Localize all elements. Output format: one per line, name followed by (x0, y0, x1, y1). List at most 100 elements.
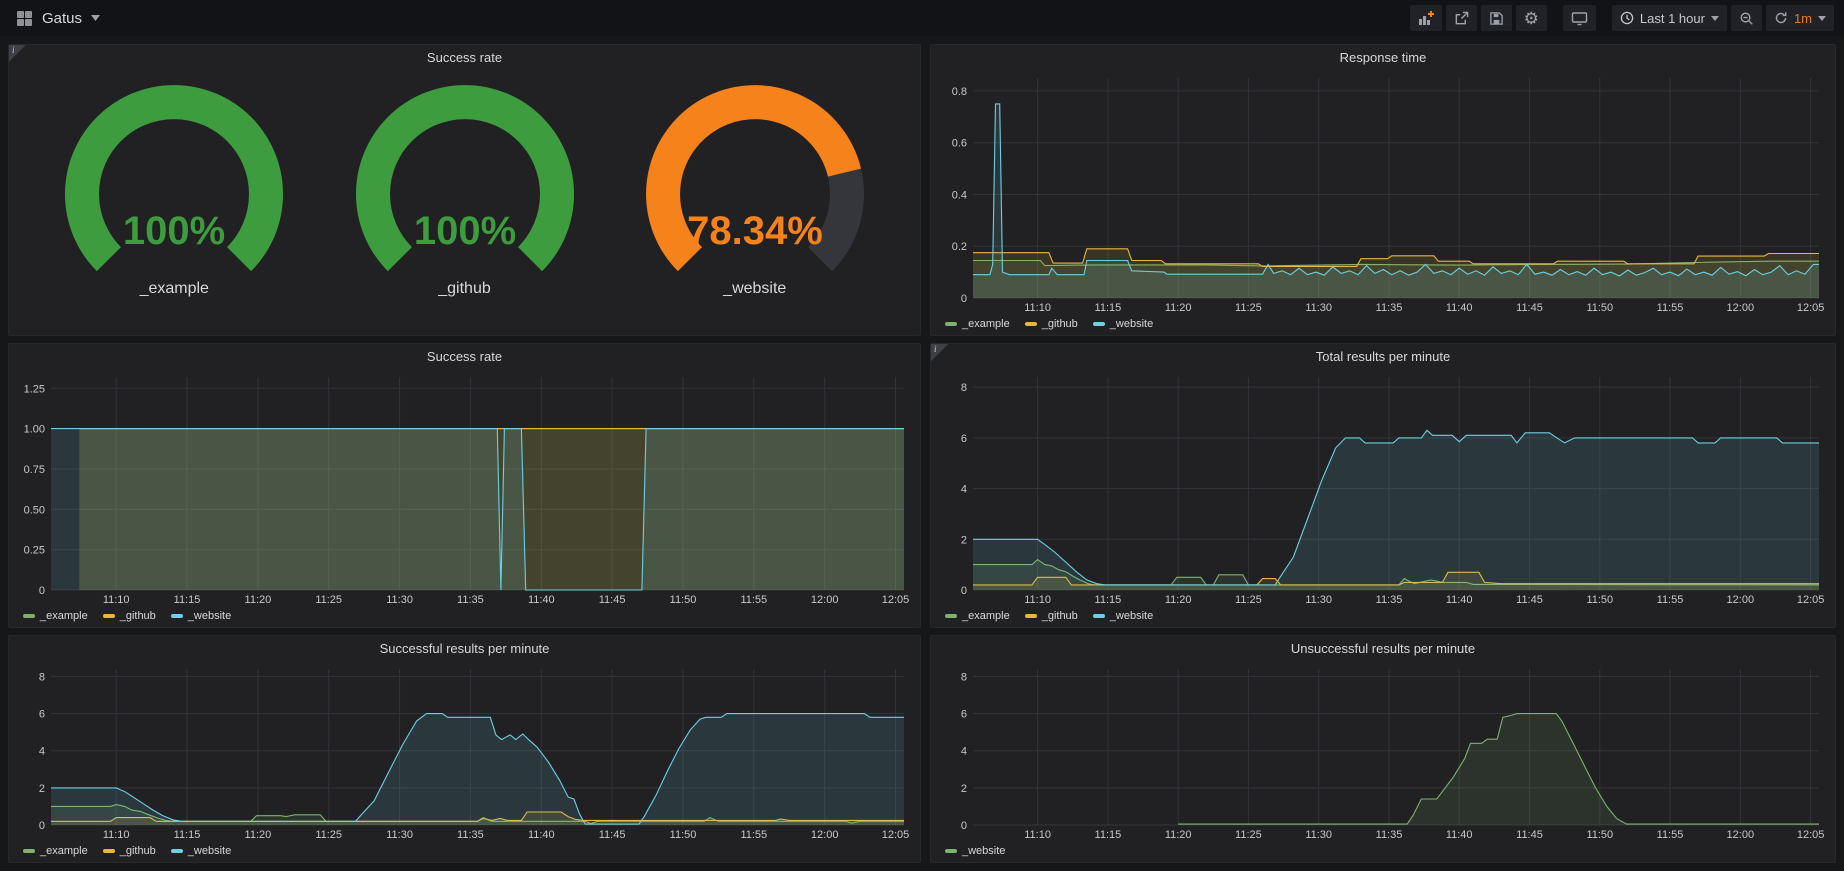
svg-text:11:10: 11:10 (1024, 594, 1051, 606)
panel-success-rate-gauges: i Success rate 100%_example100%_github78… (8, 44, 921, 336)
dashboard-title[interactable]: Gatus (42, 10, 82, 27)
panel-title[interactable]: Success rate (9, 45, 920, 70)
refresh-interval-label: 1m (1794, 11, 1812, 26)
save-button[interactable] (1481, 5, 1512, 31)
legend-item-_website[interactable]: _website (171, 610, 231, 622)
response-time-chart[interactable]: 11:1011:1511:2011:2511:3011:3511:4011:45… (935, 70, 1831, 315)
svg-text:11:20: 11:20 (245, 829, 272, 841)
svg-text:11:20: 11:20 (1165, 829, 1192, 841)
panel-title[interactable]: Success rate (9, 344, 920, 369)
svg-text:11:35: 11:35 (457, 594, 484, 606)
legend-item-_example[interactable]: _example (23, 610, 88, 622)
add-panel-button[interactable] (1410, 5, 1442, 31)
navbar-actions: ⚙ Last 1 hour 1m (1410, 5, 1834, 31)
unsuccessful-results-chart[interactable]: 11:1011:1511:2011:2511:3011:3511:4011:45… (935, 661, 1831, 842)
svg-text:12:00: 12:00 (1727, 302, 1755, 314)
legend-item-_github[interactable]: _github (103, 610, 156, 622)
svg-text:11:25: 11:25 (1235, 829, 1262, 841)
legend-label: _github (120, 610, 156, 622)
svg-text:100%: 100% (123, 209, 225, 253)
svg-text:11:35: 11:35 (1376, 302, 1403, 314)
legend-item-_github[interactable]: _github (1025, 318, 1078, 330)
gear-icon: ⚙ (1524, 10, 1539, 27)
legend-item-_website[interactable]: _website (1093, 318, 1153, 330)
zoom-out-button[interactable] (1731, 5, 1762, 31)
svg-text:100%: 100% (413, 209, 515, 253)
chevron-down-icon[interactable] (91, 15, 100, 21)
legend-item-_website[interactable]: _website (171, 845, 231, 857)
gauge-label: _github (438, 280, 491, 298)
svg-text:11:45: 11:45 (1516, 302, 1543, 314)
chart-canvas[interactable]: 11:1011:1511:2011:2511:3011:3511:4011:45… (13, 369, 916, 607)
svg-text:12:05: 12:05 (1797, 594, 1825, 606)
svg-text:1.00: 1.00 (24, 424, 45, 436)
success-rate-chart[interactable]: 11:1011:1511:2011:2511:3011:3511:4011:45… (13, 369, 916, 607)
panel-title[interactable]: Unsuccessful results per minute (931, 636, 1835, 661)
total-results-chart[interactable]: 11:1011:1511:2011:2511:3011:3511:4011:45… (935, 369, 1831, 607)
svg-text:11:20: 11:20 (245, 594, 272, 606)
svg-text:11:10: 11:10 (103, 594, 130, 606)
refresh-button[interactable]: 1m (1766, 5, 1834, 31)
settings-button[interactable]: ⚙ (1516, 5, 1547, 31)
legend-label: _github (1042, 318, 1078, 330)
panel-success-rate-timeseries: Success rate 11:1011:1511:2011:2511:3011… (8, 343, 921, 628)
legend-label: _example (962, 610, 1010, 622)
svg-text:11:30: 11:30 (1305, 302, 1332, 314)
svg-text:4: 4 (39, 746, 45, 758)
share-icon (1454, 11, 1469, 26)
panel-title[interactable]: Total results per minute (931, 344, 1835, 369)
panel-title[interactable]: Successful results per minute (9, 636, 920, 661)
legend-label: _website (962, 845, 1005, 857)
svg-text:11:15: 11:15 (1095, 594, 1122, 606)
share-button[interactable] (1446, 5, 1477, 31)
svg-text:11:40: 11:40 (1446, 829, 1473, 841)
legend-item-_website[interactable]: _website (945, 845, 1005, 857)
svg-text:2: 2 (961, 534, 967, 546)
chart-canvas[interactable]: 11:1011:1511:2011:2511:3011:3511:4011:45… (13, 661, 916, 842)
gauge-arc: 78.34% (630, 82, 880, 294)
legend-item-_github[interactable]: _github (103, 845, 156, 857)
legend-dash-icon (945, 322, 957, 326)
svg-text:6: 6 (961, 433, 967, 445)
apps-grid-icon[interactable] (16, 10, 33, 27)
svg-text:11:15: 11:15 (1095, 302, 1122, 314)
legend-dash-icon (23, 614, 35, 618)
successful-results-chart[interactable]: 11:1011:1511:2011:2511:3011:3511:4011:45… (13, 661, 916, 842)
legend-dash-icon (171, 614, 183, 618)
svg-text:11:55: 11:55 (740, 594, 767, 606)
svg-text:11:45: 11:45 (599, 594, 626, 606)
svg-text:11:55: 11:55 (1657, 302, 1684, 314)
chart-canvas[interactable]: 11:1011:1511:2011:2511:3011:3511:4011:45… (935, 661, 1831, 842)
legend-item-_example[interactable]: _example (945, 318, 1010, 330)
magnifier-minus-icon (1739, 11, 1754, 26)
info-glyph: i (934, 344, 937, 354)
chart-canvas[interactable]: 11:1011:1511:2011:2511:3011:3511:4011:45… (935, 369, 1831, 607)
legend-item-_example[interactable]: _example (945, 610, 1010, 622)
panel-title[interactable]: Response time (931, 45, 1835, 70)
legend-item-_github[interactable]: _github (1025, 610, 1078, 622)
legend-label: _website (1110, 610, 1153, 622)
svg-text:11:45: 11:45 (1516, 829, 1543, 841)
svg-text:11:35: 11:35 (1376, 594, 1403, 606)
chart-canvas[interactable]: 11:1011:1511:2011:2511:3011:3511:4011:45… (935, 70, 1831, 315)
svg-text:12:05: 12:05 (882, 594, 910, 606)
legend-dash-icon (1093, 322, 1105, 326)
gauge-arc: 100% (49, 82, 299, 294)
svg-text:0.6: 0.6 (952, 138, 967, 150)
svg-text:11:10: 11:10 (1024, 302, 1051, 314)
info-icon[interactable]: i (9, 45, 26, 62)
info-icon[interactable]: i (931, 344, 948, 361)
legend: _example _github _website (13, 607, 916, 624)
tv-mode-button[interactable] (1563, 5, 1596, 31)
time-range-button[interactable]: Last 1 hour (1612, 5, 1727, 31)
legend-item-_example[interactable]: _example (23, 845, 88, 857)
svg-text:11:30: 11:30 (1305, 829, 1332, 841)
svg-text:12:00: 12:00 (811, 594, 839, 606)
clock-icon (1620, 11, 1634, 25)
svg-text:6: 6 (961, 709, 967, 721)
time-range-label: Last 1 hour (1640, 11, 1705, 26)
svg-text:8: 8 (961, 382, 967, 394)
legend-item-_website[interactable]: _website (1093, 610, 1153, 622)
legend-label: _website (1110, 318, 1153, 330)
svg-text:2: 2 (961, 783, 967, 795)
